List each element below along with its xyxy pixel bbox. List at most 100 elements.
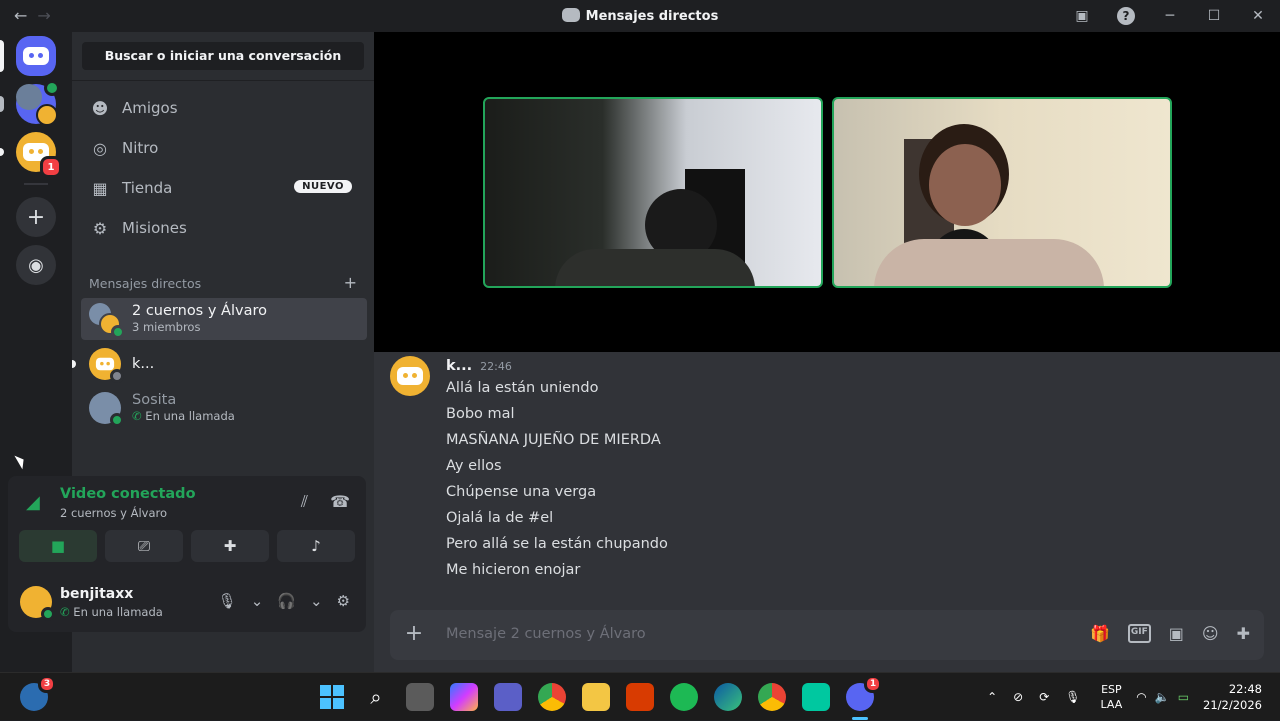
volume-icon[interactable]: 🔈 [1155,690,1170,704]
dm-name: k... [132,355,155,372]
screen-share-icon: ⎚ [137,537,150,555]
user-status: ✆ En una llamada [60,605,163,619]
voice-channel[interactable]: 2 cuernos y Álvaro [60,506,167,520]
noise-suppression-icon[interactable]: ⫽ [301,492,308,512]
camera-button[interactable]: ■ [19,530,97,562]
task-view-icon[interactable] [406,683,434,711]
user-avatar [89,348,124,383]
online-status-icon [41,607,55,621]
emoji-icon[interactable]: ☺ [1202,624,1219,643]
message-line: Me hicieron enojar [446,562,581,578]
online-status-icon [111,325,125,339]
dm-section-header: Mensajes directos + [89,273,357,292]
headphones-icon[interactable]: 🎧 [277,592,296,610]
message-input[interactable]: Mensaje 2 cuernos y Álvaro [446,626,646,642]
discord-avatar-icon [397,367,423,385]
message-author[interactable]: k... [446,358,472,374]
edge-icon[interactable] [714,683,742,711]
search-icon[interactable]: ⌕ [362,683,390,711]
teams-icon[interactable] [494,683,522,711]
dm-item-k[interactable]: k... [81,343,367,385]
copilot-icon[interactable] [450,683,478,711]
app-icon[interactable] [802,683,830,711]
apps-icon[interactable]: ✚ [1237,624,1250,643]
widgets-badge: 3 [38,675,56,693]
discord-taskbar-icon[interactable]: 1 [846,675,882,711]
group-dm-video-icon[interactable] [16,80,60,126]
nav-friends[interactable]: ☻ Amigos [82,88,366,128]
attach-plus-icon[interactable]: + [402,622,426,646]
user-avatar[interactable] [20,586,55,621]
video-tile-2[interactable] [832,97,1172,288]
activities-icon: ✚ [223,537,237,555]
unread-indicator [0,148,4,156]
group-avatar [89,303,125,339]
gif-icon[interactable]: GIF [1127,624,1151,643]
disconnect-icon[interactable]: ☎ [330,492,350,512]
microphone-icon[interactable]: 🎙 [1065,690,1080,704]
dm-item-sosita[interactable]: Sosita ✆ En una llamada [81,387,367,429]
chevron-down-icon[interactable]: ⌄ [310,592,323,610]
maximize-icon[interactable]: ☐ [1192,0,1236,32]
quests-icon: ⚙ [92,218,108,238]
nav-shop[interactable]: ▦ Tienda NUEVO [82,168,366,208]
person-body [874,239,1104,286]
microphone-icon[interactable]: 🎙 [218,592,237,610]
selected-indicator [0,40,4,72]
windows-start-icon[interactable] [318,683,346,711]
dm-name: Sosita [132,392,177,408]
battery-icon[interactable]: ▭ [1178,690,1189,704]
username[interactable]: benjitaxx [60,586,133,602]
nav-quests[interactable]: ⚙ Misiones [82,208,366,248]
office-icon[interactable] [626,683,654,711]
voice-status[interactable]: Video conectado [60,486,196,502]
sync-icon[interactable]: ⟳ [1039,690,1049,704]
dm-subtitle: ✆ En una llamada [132,409,235,423]
wifi-icon[interactable]: ◠ [1136,690,1146,704]
minimize-icon[interactable]: ─ [1148,0,1192,32]
nav-nitro[interactable]: ◎ Nitro [82,128,366,168]
offline-status-icon [110,369,124,383]
close-icon[interactable]: ✕ [1236,0,1280,32]
message-line: Allá la están uniendo [446,380,599,396]
gift-icon[interactable]: 🎁 [1090,624,1110,643]
discord-logo-icon [561,8,580,22]
inbox-icon[interactable]: ▣ [1060,0,1104,32]
clock[interactable]: 22:48 21/2/2026 [1203,681,1262,713]
sticker-icon[interactable]: ▣ [1169,624,1184,643]
chrome-profile-icon[interactable] [758,683,786,711]
spotify-icon[interactable] [670,683,698,711]
taskbar: 3 ⌕ 1 ⌃ ⊘ ⟳ 🎙 ESP LAA ◠ 🔈 ▭ 22:48 21/2/2… [0,672,1280,720]
dm-item-group[interactable]: 2 cuernos y Álvaro 3 miembros [81,298,367,340]
chevron-up-icon[interactable]: ⌃ [987,690,997,704]
online-status-icon [110,413,124,427]
dm-subtitle: 3 miembros [132,320,201,334]
soundboard-button[interactable]: ♪ [277,530,355,562]
settings-gear-icon[interactable]: ⚙ [337,592,350,610]
chevron-down-icon[interactable]: ⌄ [251,592,264,610]
explore-compass-icon[interactable]: ◉ [16,245,56,285]
discord-badge: 1 [864,675,882,693]
add-server-icon[interactable]: + [16,197,56,237]
title-bar: ← → Mensajes directos ▣ ? ─ ☐ ✕ [0,0,1280,32]
language-indicator[interactable]: ESP LAA [1101,682,1123,712]
chrome-icon[interactable] [538,683,566,711]
file-explorer-icon[interactable] [582,683,610,711]
create-dm-plus-icon[interactable]: + [344,273,357,292]
widgets-icon[interactable]: 3 [20,675,56,711]
message-avatar[interactable] [390,356,430,396]
person-face [929,144,1001,226]
divider [72,80,374,81]
dm-name: 2 cuernos y Álvaro [132,303,267,319]
video-tile-1[interactable] [483,97,823,288]
user-avatar [89,392,124,427]
search-button[interactable]: Buscar o iniciar una conversación [82,42,364,70]
home-button[interactable] [16,36,56,76]
activities-button[interactable]: ✚ [191,530,269,562]
eye-off-icon[interactable]: ⊘ [1013,690,1023,704]
screen-share-button[interactable]: ⎚ [105,530,183,562]
dm-avatar-button[interactable]: 1 [16,132,62,178]
help-icon[interactable]: ? [1104,0,1148,32]
message-line: Ojalá la de #el [446,510,554,526]
group-avatar-1 [16,84,42,110]
